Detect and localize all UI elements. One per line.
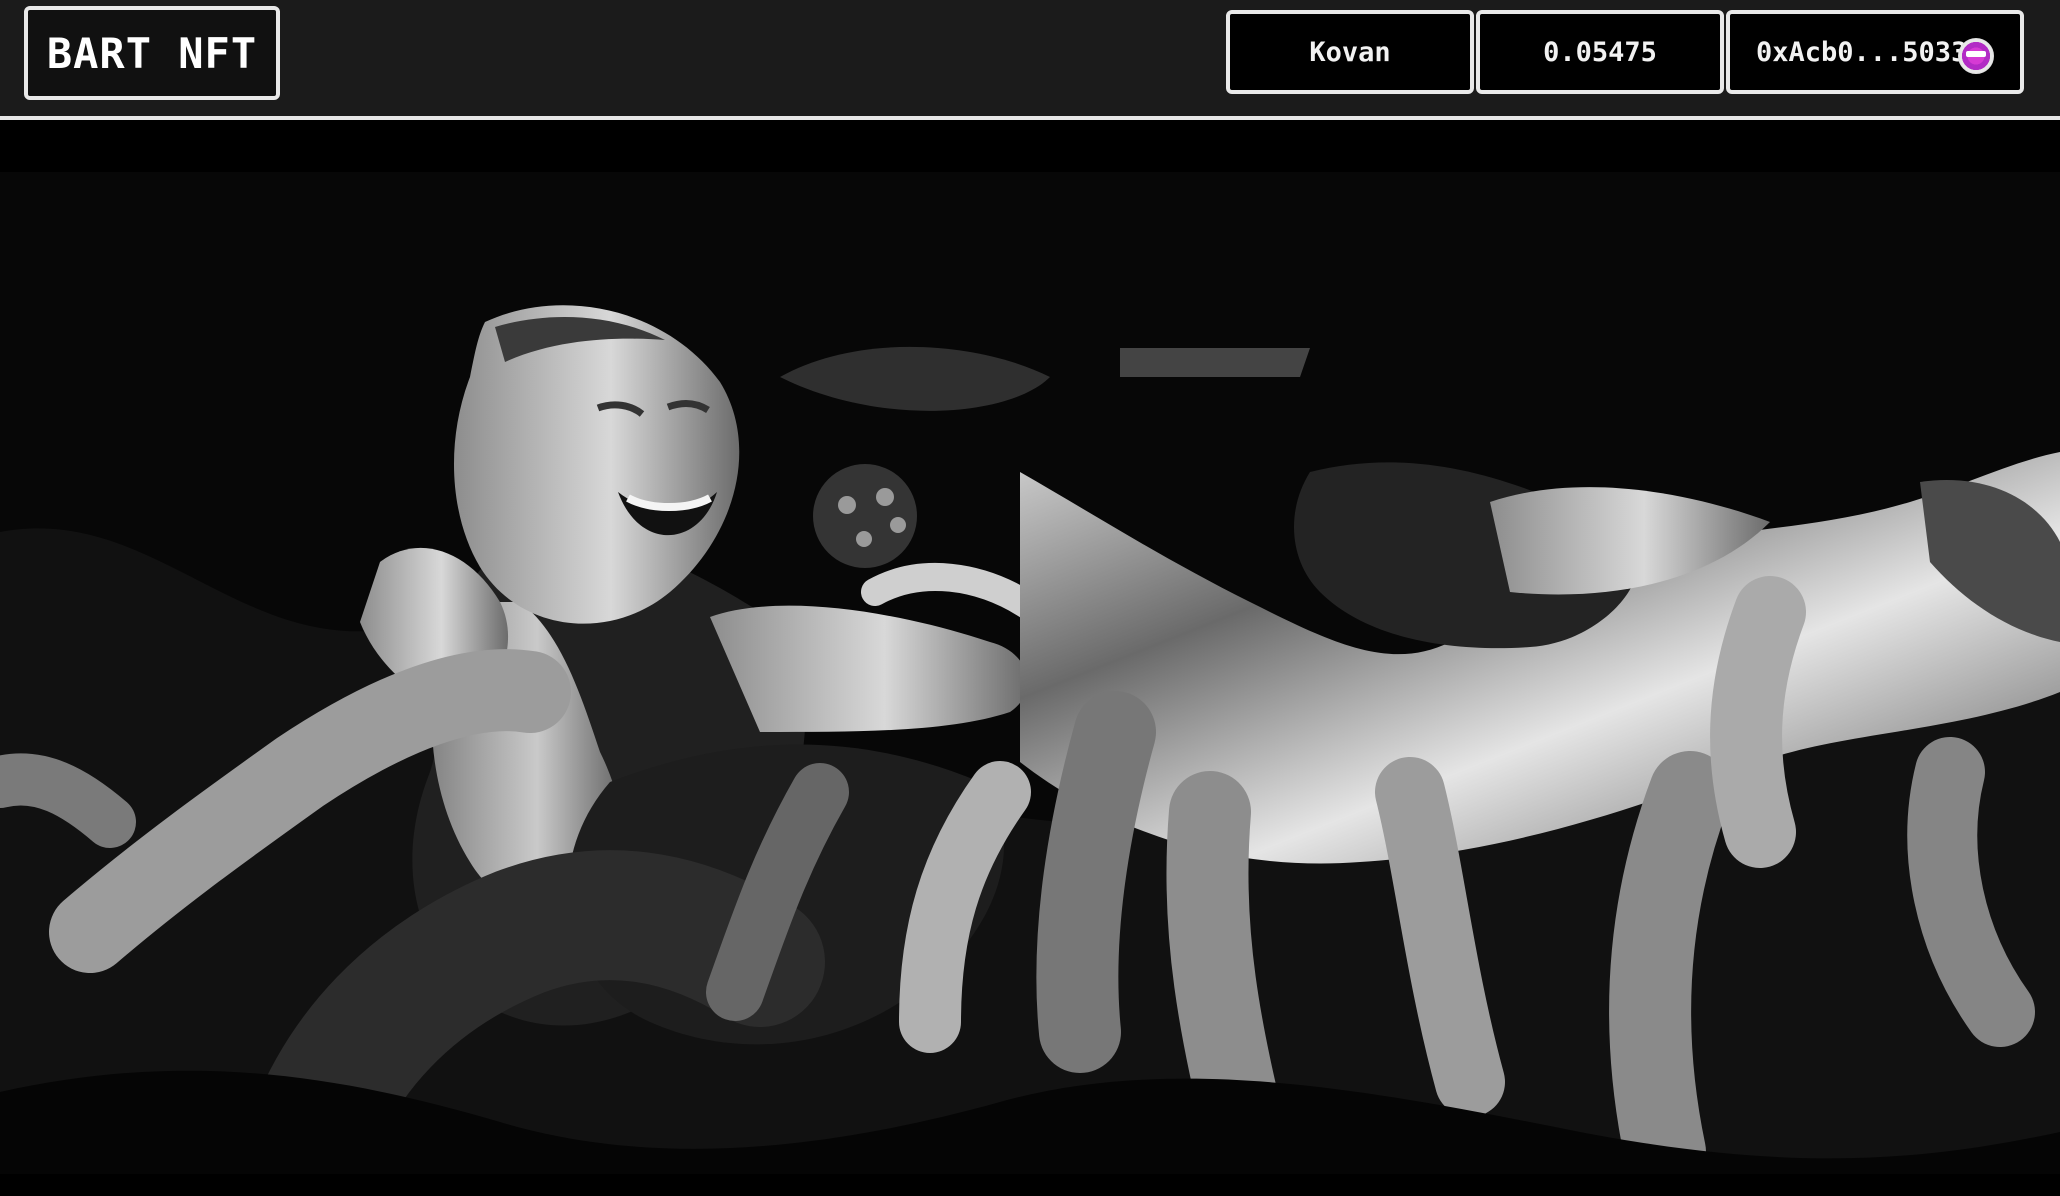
balance-display: 0.05475 (1476, 10, 1724, 94)
wallet-avatar-icon (1958, 38, 1994, 74)
network-button[interactable]: Kovan (1226, 10, 1474, 94)
account-address: 0xAcb0...5033 (1756, 36, 1968, 68)
account-button[interactable]: 0xAcb0...5033 (1726, 10, 2024, 94)
main-content (0, 124, 2060, 1196)
brand-logo[interactable]: BART NFT (24, 6, 280, 100)
top-navigation-bar: BART NFT Kovan 0.05475 0xAcb0...5033 (0, 0, 2060, 120)
hero-photo (0, 172, 2060, 1174)
